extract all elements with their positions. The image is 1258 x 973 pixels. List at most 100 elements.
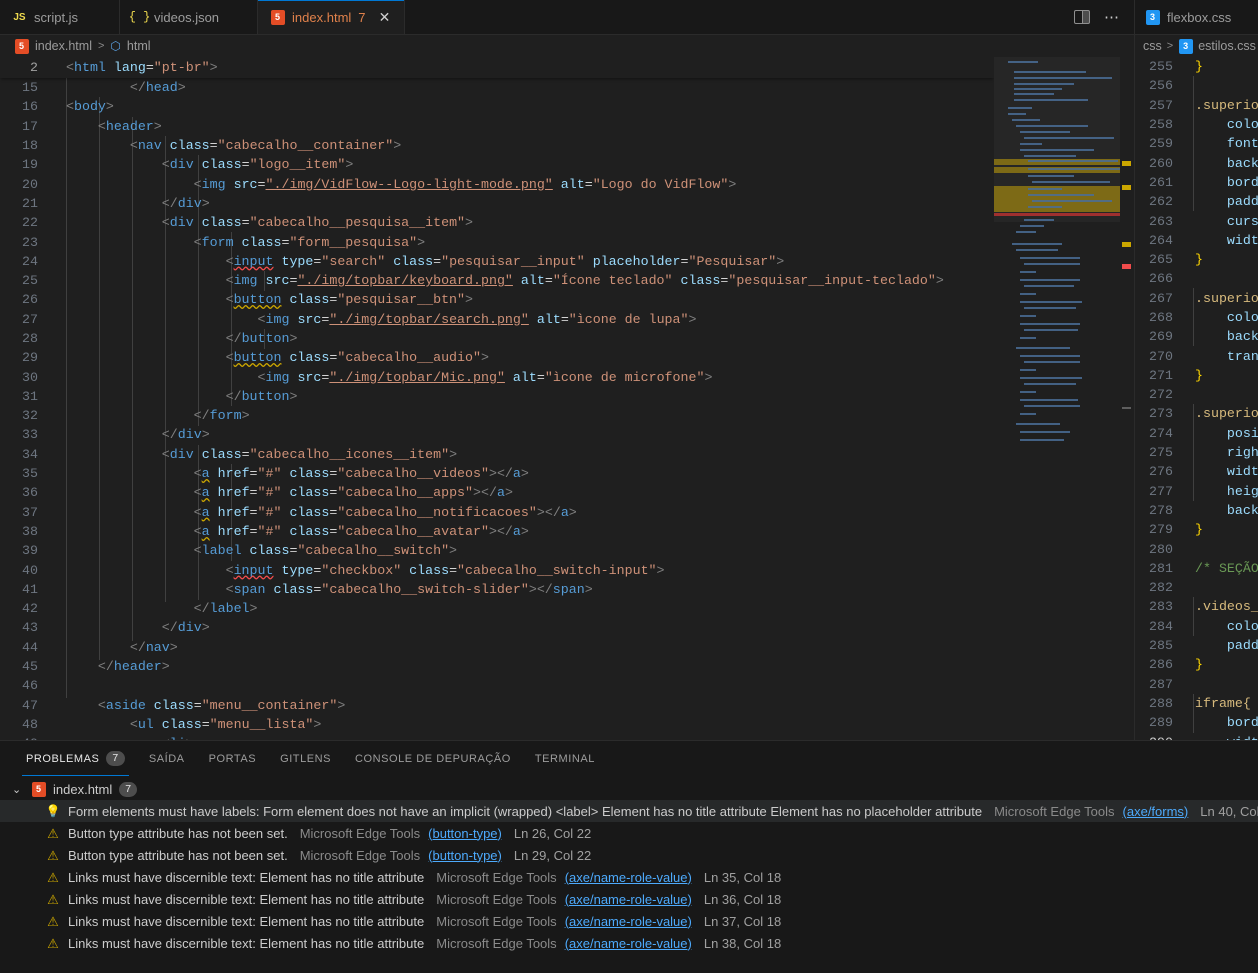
code-line[interactable]: 47 <aside class="menu__container"> [0,696,994,715]
problem-rule-link[interactable]: (axe/name-role-value) [565,936,692,951]
code-line[interactable]: 284 colo [1135,617,1258,636]
code-line[interactable]: 270 tran [1135,346,1258,365]
code-line[interactable]: 276 widt [1135,462,1258,481]
code-line[interactable]: 256 [1135,76,1258,95]
code-line[interactable]: 22 <div class="cabecalho__pesquisa__item… [0,213,994,232]
code-line[interactable]: 36 <a href="#" class="cabecalho__apps"><… [0,483,994,502]
tab-script-js[interactable]: JS script.js ✕ [0,0,120,34]
code-line[interactable]: 44 </nav> [0,638,994,657]
code-line[interactable]: 37 <a href="#" class="cabecalho__notific… [0,503,994,522]
tab-console-depuracao[interactable]: CONSOLE DE DEPURAÇÃO [343,741,523,776]
code-line[interactable]: 287 [1135,675,1258,694]
problem-rule-link[interactable]: (axe/forms) [1123,804,1189,819]
tab-gitlens[interactable]: GITLENS [268,741,343,776]
minimap[interactable] [994,57,1120,740]
tab-portas[interactable]: PORTAS [197,741,269,776]
code-line[interactable]: 277 heig [1135,482,1258,501]
tab-terminal[interactable]: TERMINAL [523,741,607,776]
code-line[interactable]: 286} [1135,655,1258,674]
code-line[interactable]: 29 <button class="cabecalho__audio"> [0,348,994,367]
code-line[interactable]: 34 <div class="cabecalho__icones__item"> [0,445,994,464]
code-line[interactable]: 21 </div> [0,194,994,213]
code-line[interactable]: 40 <input type="checkbox" class="cabecal… [0,560,994,579]
problem-row[interactable]: ⚠ Button type attribute has not been set… [0,822,1258,844]
problems-file-group[interactable]: ⌄ 5 index.html 7 [0,778,1258,800]
problem-row[interactable]: ⚠ Links must have discernible text: Elem… [0,932,1258,954]
breadcrumb-symbol[interactable]: html [127,39,151,53]
code-line[interactable]: 15 </head> [0,78,994,97]
problem-row[interactable]: 💡 Form elements must have labels: Form e… [0,800,1258,822]
code-line[interactable]: 39 <label class="cabecalho__switch"> [0,541,994,560]
code-line[interactable]: 27 <img src="./img/topbar/search.png" al… [0,310,994,329]
code-line[interactable]: 19 <div class="logo__item"> [0,155,994,174]
code-line[interactable]: 272 [1135,385,1258,404]
code-line[interactable]: 42 </label> [0,599,994,618]
code-line[interactable]: 268 colo [1135,308,1258,327]
code-line[interactable]: 259 font [1135,134,1258,153]
code-line[interactable]: 265} [1135,250,1258,269]
sticky-scroll-line[interactable]: 2 <html lang="pt-br"> [0,57,994,78]
code-line[interactable]: 261 bord [1135,173,1258,192]
code-line[interactable]: 38 <a href="#" class="cabecalho__avatar"… [0,522,994,541]
close-icon[interactable]: ✕ [377,10,393,24]
code-line[interactable]: 267 .superio [1135,289,1258,308]
code-line[interactable]: 43 </div> [0,618,994,637]
code-line[interactable]: 48 <ul class="menu__lista"> [0,715,994,734]
code-line[interactable]: 30 <img src="./img/topbar/Mic.png" alt="… [0,367,994,386]
code-line[interactable]: 18 <nav class="cabecalho__container"> [0,136,994,155]
problem-row[interactable]: ⚠ Links must have discernible text: Elem… [0,910,1258,932]
code-line[interactable]: 290 widt [1135,732,1258,740]
code-line[interactable]: 260 back [1135,153,1258,172]
tab-videos-json[interactable]: { } videos.json ✕ [120,0,259,34]
split-editor-icon[interactable] [1074,10,1090,24]
code-line[interactable]: 266 [1135,269,1258,288]
code-line[interactable]: 31 </button> [0,387,994,406]
code-line[interactable]: 264 widt [1135,231,1258,250]
code-line[interactable]: 279} [1135,520,1258,539]
problem-row[interactable]: ⚠ Links must have discernible text: Elem… [0,866,1258,888]
problems-list[interactable]: ⌄ 5 index.html 7 💡 Form elements must ha… [0,776,1258,973]
tab-problemas[interactable]: PROBLEMAS 7 [14,741,137,776]
code-area[interactable]: 2 <html lang="pt-br"> 15 </head> 16 <bod… [0,57,994,740]
code-line[interactable]: 283 .videos_ [1135,597,1258,616]
code-line[interactable]: 41 <span class="cabecalho__switch-slider… [0,580,994,599]
code-line[interactable]: 273 .superio [1135,404,1258,423]
code-line[interactable]: 271} [1135,366,1258,385]
breadcrumb-folder[interactable]: css [1143,39,1162,53]
code-line[interactable]: 24 <input type="search" class="pesquisar… [0,252,994,271]
code-line[interactable]: 49 <li> [0,734,994,740]
problem-rule-link[interactable]: (axe/name-role-value) [565,892,692,907]
code-line[interactable]: 278 back [1135,501,1258,520]
code-line[interactable]: 17 <header> [0,117,994,136]
code-line[interactable]: 269 back [1135,327,1258,346]
code-line[interactable]: 274 posi [1135,424,1258,443]
breadcrumb-file[interactable]: index.html [35,39,92,53]
code-line[interactable]: 35 <a href="#" class="cabecalho__videos"… [0,464,994,483]
code-line[interactable]: 23 <form class="form__pesquisa"> [0,232,994,251]
code-line[interactable]: 255} [1135,57,1258,76]
code-line[interactable]: 28 </button> [0,329,994,348]
code-line[interactable]: 16 <body> [0,97,994,116]
problem-rule-link[interactable]: (axe/name-role-value) [565,870,692,885]
code-line[interactable]: 280 [1135,539,1258,558]
tab-saida[interactable]: SAÍDA [137,741,197,776]
problem-row[interactable]: ⚠ Button type attribute has not been set… [0,844,1258,866]
chevron-down-icon[interactable]: ⌄ [12,783,24,796]
code-area-right[interactable]: 255} 256 257 .superio 258 colo 259 font 2… [1135,57,1258,740]
code-line[interactable]: 26 <button class="pesquisar__btn"> [0,290,994,309]
problem-rule-link[interactable]: (axe/name-role-value) [565,914,692,929]
more-actions-icon[interactable]: ⋯ [1104,10,1120,25]
code-line[interactable]: 285 padd [1135,636,1258,655]
problem-rule-link[interactable]: (button-type) [428,848,502,863]
code-line[interactable]: 263 curs [1135,211,1258,230]
breadcrumb-file[interactable]: estilos.css [1198,39,1256,53]
code-line[interactable]: 258 colo [1135,115,1258,134]
problem-row[interactable]: ⚠ Links must have discernible text: Elem… [0,888,1258,910]
problem-rule-link[interactable]: (button-type) [428,826,502,841]
code-line[interactable]: 282 [1135,578,1258,597]
code-line[interactable]: 46 [0,676,994,695]
code-line[interactable]: 275 righ [1135,443,1258,462]
code-line[interactable]: 262 padd [1135,192,1258,211]
overview-ruler[interactable] [1120,57,1134,740]
code-line[interactable]: 33 </div> [0,425,994,444]
